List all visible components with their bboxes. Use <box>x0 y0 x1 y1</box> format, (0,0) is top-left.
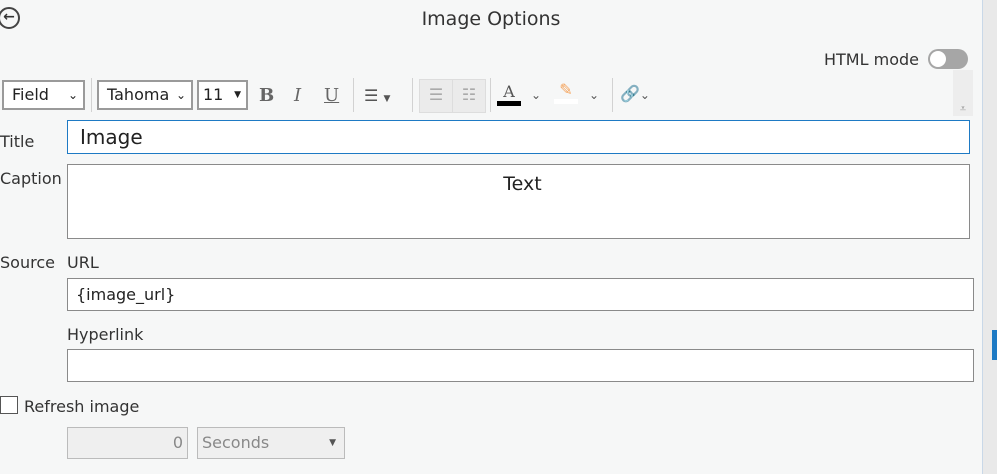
caret-down-icon: ▼ <box>234 90 241 100</box>
font-size-label: 11 <box>203 85 224 104</box>
html-mode-toggle[interactable] <box>928 49 968 69</box>
caption-textarea[interactable]: Text <box>67 164 970 239</box>
page-title: Image Options <box>421 8 561 30</box>
highlight-color-icon[interactable]: ✎ <box>554 80 578 104</box>
scrollbar-thumb[interactable] <box>992 330 997 360</box>
numbered-list-icon[interactable]: ☷ <box>452 79 486 113</box>
refresh-interval-input[interactable]: 0 <box>67 427 188 459</box>
url-label: URL <box>67 253 99 272</box>
font-size-dropdown[interactable]: 11 ▼ <box>197 80 248 110</box>
chevron-down-icon[interactable]: ⌄ <box>589 88 599 102</box>
chevron-down-icon: ⌄ <box>67 88 78 102</box>
bold-button[interactable]: B <box>259 85 274 106</box>
bullet-list-icon[interactable]: ☰ <box>419 79 453 113</box>
field-dropdown[interactable]: Field ⌄ <box>2 80 85 110</box>
chevron-down-icon[interactable]: ⌄ <box>531 88 541 102</box>
divider <box>490 78 491 112</box>
font-dropdown[interactable]: Tahoma ⌄ <box>97 80 193 110</box>
title-label: Title <box>0 132 35 151</box>
divider <box>612 78 613 112</box>
interval-unit-dropdown[interactable]: Seconds ▼ <box>197 427 345 459</box>
refresh-image-label: Refresh image <box>24 397 140 416</box>
font-label: Tahoma <box>107 85 170 104</box>
image-options-panel: ← Image Options HTML mode Field ⌄ Tahoma ⌄… <box>0 0 983 474</box>
font-color-icon[interactable]: A <box>497 82 521 106</box>
caret-down-icon: ▼ <box>329 438 336 448</box>
toolbar-scroll-down-icon[interactable]: ⩡ <box>953 70 973 116</box>
divider <box>91 78 92 112</box>
caption-label: Caption <box>0 169 62 188</box>
url-input[interactable]: {image_url} <box>67 278 974 311</box>
html-mode-label: HTML mode <box>824 50 919 69</box>
chevron-down-icon: ⌄ <box>175 88 186 102</box>
underline-button[interactable]: U <box>324 85 339 106</box>
hyperlink-input[interactable] <box>67 349 974 382</box>
link-icon[interactable]: 🔗⌄ <box>620 84 650 103</box>
refresh-image-checkbox[interactable] <box>0 396 18 414</box>
title-input[interactable]: Image <box>67 120 970 154</box>
interval-unit-label: Seconds <box>202 433 270 452</box>
align-left-icon[interactable]: ☰ ▼ <box>364 86 390 105</box>
field-label: Field <box>12 85 49 104</box>
hyperlink-label: Hyperlink <box>67 325 144 344</box>
source-label: Source <box>0 253 55 272</box>
divider <box>353 78 354 112</box>
divider <box>412 78 413 112</box>
italic-button[interactable]: I <box>294 85 301 106</box>
